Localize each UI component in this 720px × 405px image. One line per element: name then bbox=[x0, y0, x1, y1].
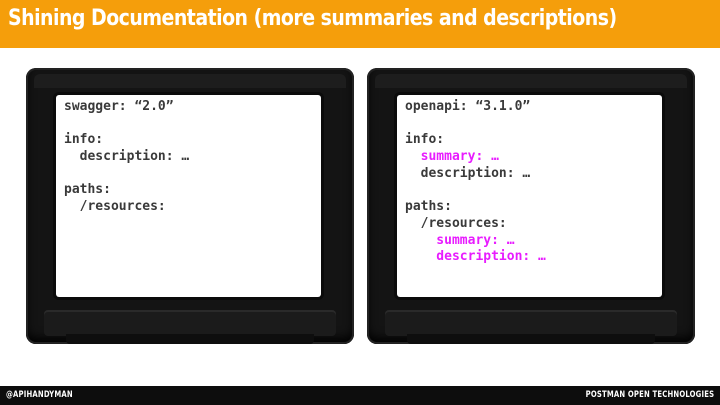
blank-code-line bbox=[64, 116, 189, 133]
monitor-base bbox=[385, 310, 677, 336]
left-crt-monitor: swagger: “2.0” info: description: … paths:… bbox=[26, 68, 354, 344]
slide-title: Shining Documentation (more summaries an… bbox=[8, 6, 617, 31]
code-line: description: … bbox=[405, 165, 531, 181]
monitor-bezel bbox=[34, 74, 346, 88]
code-line: /resources: bbox=[64, 199, 166, 215]
swagger-2-code-block: swagger: “2.0” info: description: … paths:… bbox=[64, 99, 189, 216]
monitor-bezel bbox=[375, 74, 687, 88]
code-line: paths: bbox=[64, 182, 111, 198]
code-line: paths: bbox=[405, 199, 452, 215]
footer-bar: @APIHANDYMAN POSTMAN OPEN TECHNOLOGIES bbox=[0, 386, 720, 405]
monitor-base bbox=[44, 310, 336, 336]
code-line: /resources: bbox=[405, 215, 507, 231]
code-line: swagger: “2.0” bbox=[64, 99, 174, 114]
monitor-foot bbox=[407, 334, 655, 344]
code-line: info: bbox=[64, 132, 104, 148]
highlighted-code-line: summary: … bbox=[405, 232, 515, 248]
monitor-foot bbox=[66, 334, 314, 344]
code-line: info: bbox=[405, 132, 445, 148]
code-line: openapi: “3.1.0” bbox=[405, 99, 531, 114]
code-line: description: … bbox=[64, 149, 190, 165]
openapi-3-1-code-block: openapi: “3.1.0” info: summary: … descrip… bbox=[405, 99, 546, 266]
right-monitor-screen: openapi: “3.1.0” info: summary: … descrip… bbox=[397, 95, 662, 297]
title-bar: Shining Documentation (more summaries an… bbox=[0, 0, 720, 48]
blank-code-line bbox=[64, 166, 189, 183]
author-handle: @APIHANDYMAN bbox=[6, 390, 73, 400]
blank-code-line bbox=[405, 116, 546, 133]
highlighted-code-line: summary: … bbox=[405, 149, 499, 165]
left-monitor-screen: swagger: “2.0” info: description: … paths:… bbox=[56, 95, 321, 297]
blank-code-line bbox=[405, 182, 546, 199]
organization-label: POSTMAN OPEN TECHNOLOGIES bbox=[585, 390, 714, 400]
highlighted-code-line: description: … bbox=[405, 249, 546, 265]
right-crt-monitor: openapi: “3.1.0” info: summary: … descrip… bbox=[367, 68, 695, 344]
